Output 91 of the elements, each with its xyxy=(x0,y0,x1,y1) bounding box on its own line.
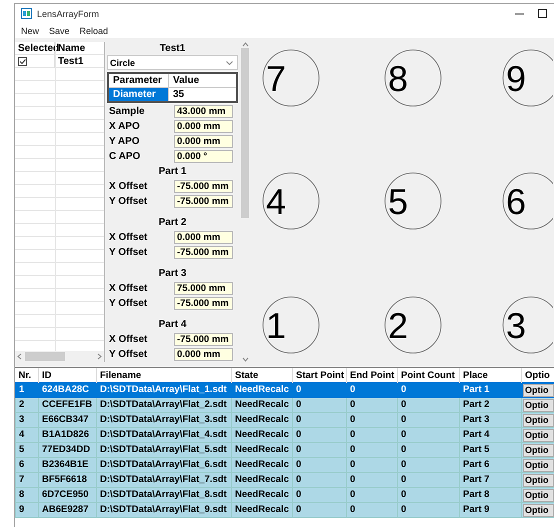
table-row[interactable]: 9 AB6E9287 D:\SDTData\Array\Flat_9.sdt NeedRecalc 0 0 0 Part 9 Optio xyxy=(16,502,554,518)
field-label: Y Offset xyxy=(108,298,148,309)
scroll-up-icon[interactable] xyxy=(242,42,248,47)
column-header[interactable]: Optio xyxy=(522,368,554,382)
table-row[interactable]: 7 BF5F6618 D:\SDTData\Array\Flat_7.sdt NeedRecalc 0 0 0 Part 7 Optio xyxy=(16,472,554,488)
input-field[interactable]: -75.000 mm xyxy=(174,246,233,259)
lens-number: 5 xyxy=(388,181,408,222)
field-label: C APO xyxy=(108,151,142,162)
column-header[interactable]: Filename xyxy=(96,368,232,382)
options-button[interactable]: Optio xyxy=(523,474,554,486)
scroll-right-icon[interactable] xyxy=(97,353,102,360)
field-label: Y Offset xyxy=(108,196,148,207)
shape-dropdown[interactable]: Circle xyxy=(107,55,238,70)
column-header[interactable]: Nr. xyxy=(16,368,38,382)
lens-circle[interactable] xyxy=(262,172,320,230)
menu-item[interactable]: Save xyxy=(49,26,70,36)
options-button[interactable]: Optio xyxy=(523,444,554,456)
options-button[interactable]: Optio xyxy=(523,458,554,472)
maximize-icon[interactable] xyxy=(538,9,547,18)
window-title: LensArrayForm xyxy=(37,8,100,18)
options-button[interactable]: Optio xyxy=(523,384,554,396)
input-field[interactable]: 0.000 mm xyxy=(174,348,233,361)
lens-circle[interactable] xyxy=(262,50,320,106)
column-header[interactable]: Point Count xyxy=(398,368,460,382)
table-cell[interactable]: Diameter xyxy=(109,88,169,101)
field-label: Y APO xyxy=(108,136,141,147)
options-button[interactable]: Optio xyxy=(523,398,554,412)
field-label: X APO xyxy=(108,121,141,132)
table-row[interactable]: 3 E66CB347 D:\SDTData\Array\Flat_3.sdt NeedRecalc 0 0 0 Part 3 Optio xyxy=(16,412,554,428)
lens-number: 7 xyxy=(266,58,286,99)
table-row[interactable]: 4 B1A1D826 D:\SDTData\Array\Flat_4.sdt NeedRecalc 0 0 0 Part 4 Optio xyxy=(16,428,554,442)
scroll-left-icon[interactable] xyxy=(17,353,22,360)
column-header[interactable]: Place xyxy=(460,368,522,382)
field-label: X Offset xyxy=(108,232,148,243)
field-label: Sample xyxy=(108,106,146,117)
lens-number: 1 xyxy=(266,305,286,346)
field-label: X Offset xyxy=(108,181,148,192)
lens-circle[interactable] xyxy=(384,172,442,230)
input-field[interactable]: 0.000 mm xyxy=(174,120,233,133)
lens-circle[interactable] xyxy=(262,296,320,354)
table-row[interactable]: 8 6D7CE950 D:\SDTData\Array\Flat_8.sdt NeedRecalc 0 0 0 Part 8 Optio xyxy=(16,488,554,502)
checkbox[interactable] xyxy=(18,57,27,66)
lens-circle[interactable] xyxy=(384,296,442,354)
lens-number: 2 xyxy=(388,305,408,346)
field-label: Y Offset xyxy=(108,247,148,258)
scroll-down-icon[interactable] xyxy=(242,357,248,362)
table-row[interactable]: 5 77ED34DD D:\SDTData\Array\Flat_5.sdt NeedRecalc 0 0 0 Part 5 Optio xyxy=(16,442,554,458)
column-header: Parameter xyxy=(109,74,169,87)
lens-number: 3 xyxy=(506,305,526,346)
horizontal-scrollbar[interactable] xyxy=(15,351,104,362)
lens-number: 8 xyxy=(388,58,408,99)
vertical-scrollbar[interactable] xyxy=(240,42,250,362)
input-field[interactable]: -75.000 mm xyxy=(174,180,233,193)
section-heading: Part 1 xyxy=(158,165,188,179)
menu-item[interactable]: New xyxy=(21,26,40,36)
options-button[interactable]: Optio xyxy=(523,428,554,442)
input-field[interactable]: -75.000 mm xyxy=(174,195,233,208)
options-button[interactable]: Optio xyxy=(523,488,554,502)
column-header[interactable]: Start Point xyxy=(292,368,346,382)
input-field[interactable]: 43.000 mm xyxy=(174,105,233,118)
panel-title: Test1 xyxy=(158,42,186,55)
options-button[interactable]: Optio xyxy=(523,414,554,426)
column-header: Value xyxy=(172,74,200,87)
lens-number: 6 xyxy=(506,181,526,222)
input-field[interactable]: -75.000 mm xyxy=(174,297,233,310)
section-heading: Part 2 xyxy=(158,216,188,230)
column-header[interactable]: End Point xyxy=(346,368,398,382)
input-field[interactable]: 75.000 mm xyxy=(174,282,233,295)
app-icon xyxy=(21,8,32,19)
table-cell-text: Test1 xyxy=(57,55,84,68)
input-field[interactable]: 0.000 ° xyxy=(174,150,233,163)
table-row[interactable]: 1 624BA28C D:\SDTData\Array\Flat_1.sdt NeedRecalc 0 0 0 Part 1 Optio xyxy=(16,382,554,398)
field-label: Y Offset xyxy=(108,349,148,360)
input-field[interactable]: 0.000 mm xyxy=(174,135,233,148)
column-header[interactable]: ID xyxy=(38,368,96,382)
caret-icon xyxy=(226,60,233,64)
menu-item[interactable]: Reload xyxy=(80,26,108,36)
field-label: X Offset xyxy=(108,283,148,294)
lens-circle[interactable] xyxy=(384,50,442,106)
table-row[interactable]: 2 CCEFE1FB D:\SDTData\Array\Flat_2.sdt NeedRecalc 0 0 0 Part 2 Optio xyxy=(16,398,554,412)
lens-number: 4 xyxy=(266,181,286,222)
input-field[interactable]: -75.000 mm xyxy=(174,333,233,346)
options-button[interactable]: Optio xyxy=(523,504,554,516)
table-cell[interactable]: 35 xyxy=(169,88,236,101)
field-label: X Offset xyxy=(108,334,148,345)
column-header[interactable]: State xyxy=(232,368,292,382)
table-row[interactable]: 6 B2364B1E D:\SDTData\Array\Flat_6.sdt NeedRecalc 0 0 0 Part 6 Optio xyxy=(16,458,554,472)
input-field[interactable]: 0.000 mm xyxy=(174,231,233,244)
section-heading: Part 3 xyxy=(158,267,188,281)
section-heading: Part 4 xyxy=(158,318,188,332)
lens-number: 9 xyxy=(506,58,526,99)
